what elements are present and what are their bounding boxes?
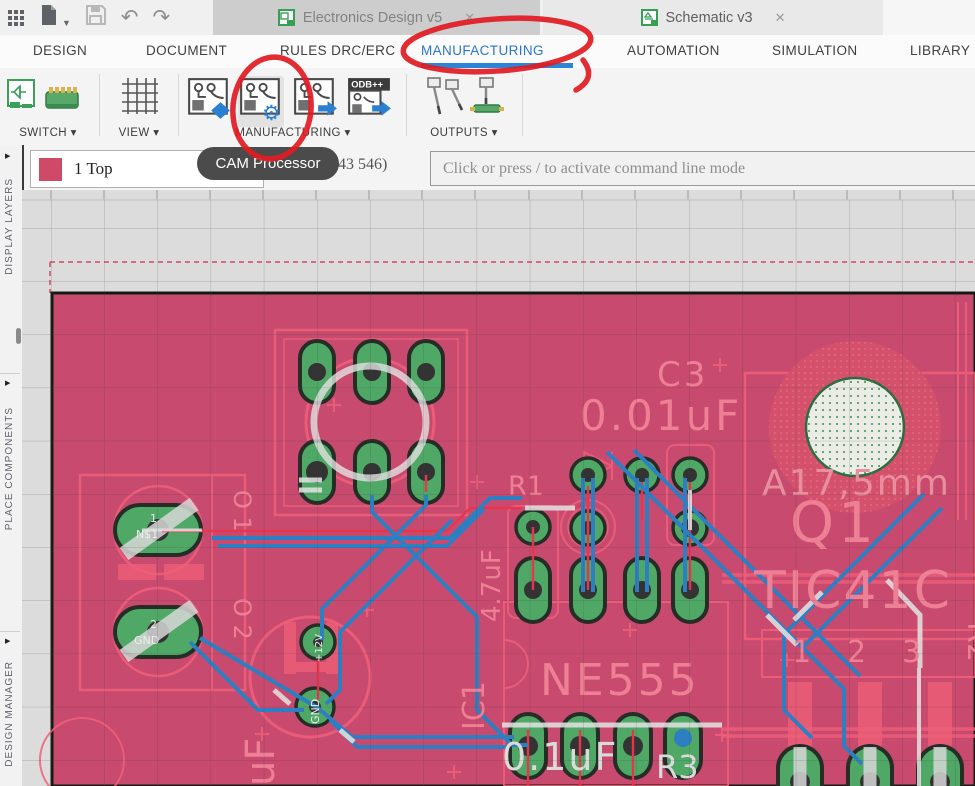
fusion-electronics-window: { "window": { "tabs": [ {"label": "Elect…	[0, 0, 975, 786]
file-icon	[38, 4, 60, 26]
switch-board-icon[interactable]	[42, 84, 82, 117]
menu-manufacturing[interactable]: MANUFACTURING	[421, 43, 544, 58]
flyout-arrow-icon: ▶	[5, 152, 10, 160]
quick-cam-icon[interactable]	[186, 76, 232, 127]
tabbar-filler	[883, 0, 975, 35]
chevron-down-icon: ▼	[62, 18, 71, 28]
save-button[interactable]	[85, 4, 107, 31]
menu-bar: DESIGN DOCUMENT RULES DRC/ERC MANUFACTUR…	[0, 35, 975, 69]
menu-library[interactable]: LIBRARY	[910, 43, 970, 58]
panel-label: DISPLAY LAYERS	[4, 178, 15, 275]
cam-processor-tooltip: CAM Processor	[197, 147, 339, 180]
sidebar-item-design-manager[interactable]: ▶ DESIGN MANAGER	[0, 635, 20, 785]
odb-export-icon[interactable]: ODB++	[346, 76, 392, 127]
menu-rules-drc-erc[interactable]: RULES DRC/ERC	[280, 43, 395, 58]
tab-electronics-design[interactable]: Electronics Design v5 ✕	[213, 0, 540, 35]
tab-schematic[interactable]: Schematic v3 ✕	[543, 0, 883, 35]
grid-overlay	[22, 200, 975, 786]
command-line-placeholder: Click or press / to activate command lin…	[443, 160, 745, 178]
probe-component-icon[interactable]	[468, 76, 508, 123]
menu-automation[interactable]: AUTOMATION	[627, 43, 720, 58]
pcb-document-icon	[278, 9, 295, 26]
close-tab-icon[interactable]: ✕	[464, 10, 475, 26]
cam-processor-icon[interactable]: ⚙	[238, 76, 284, 127]
layer-selector-value: 1 Top	[74, 159, 113, 179]
toolbar-separator	[178, 74, 179, 136]
pcb-canvas[interactable]: C3 0.01uF A17,5mm Q1 TIC41C 1 2 3 R1 4.7…	[22, 190, 975, 786]
gerber-export-icon[interactable]	[292, 76, 338, 127]
ribbon-toolbar: SWITCH ▾ VIEW ▾ ⚙	[0, 68, 975, 146]
command-line-input[interactable]: Click or press / to activate command lin…	[430, 151, 975, 186]
odb-badge-label: ODB++	[351, 79, 383, 90]
panel-label: PLACE COMPONENTS	[4, 407, 15, 530]
panel-separator	[0, 631, 20, 632]
title-bar: ▼ ↶ ↷ Electronics Design v5 ✕ Schematic …	[0, 0, 975, 35]
manufacturing-group-label[interactable]: MANUFACTURING ▾	[180, 125, 406, 139]
flyout-arrow-icon: ▶	[5, 637, 10, 645]
menu-design[interactable]: DESIGN	[33, 43, 87, 58]
switch-schematic-icon[interactable]	[6, 78, 38, 119]
panel-separator	[0, 373, 20, 374]
test-probes-icon[interactable]	[424, 76, 466, 123]
cursor-coordinates: 43 546)	[338, 156, 387, 174]
tab-label: Electronics Design v5	[303, 10, 442, 26]
toolbar-separator	[522, 74, 523, 136]
panel-label: DESIGN MANAGER	[4, 661, 15, 767]
editor-control-row: 1 Top 43 546) Click or press / to activa…	[22, 145, 975, 190]
tab-label: Schematic v3	[666, 10, 753, 26]
flyout-arrow-icon: ▶	[5, 379, 10, 387]
menu-document[interactable]: DOCUMENT	[146, 43, 227, 58]
close-tab-icon[interactable]: ✕	[775, 10, 786, 26]
save-icon	[85, 4, 107, 26]
scroll-handle[interactable]	[16, 328, 21, 344]
gear-icon: ⚙	[262, 102, 281, 122]
app-launcher-icon[interactable]	[8, 10, 24, 26]
undo-button[interactable]: ↶	[121, 0, 139, 35]
file-menu-button[interactable]: ▼	[38, 4, 71, 31]
view-group-label[interactable]: VIEW ▾	[100, 125, 178, 139]
schematic-document-icon	[641, 9, 658, 26]
redo-button[interactable]: ↷	[153, 0, 171, 35]
outputs-group-label[interactable]: OUTPUTS ▾	[408, 125, 520, 139]
menu-simulation[interactable]: SIMULATION	[772, 43, 858, 58]
layer-color-swatch	[39, 158, 62, 181]
switch-group-label[interactable]: SWITCH ▾	[0, 125, 96, 139]
toolbar-separator	[406, 74, 407, 136]
left-panel-rail: ▶ DISPLAY LAYERS ▶ PLACE COMPONENTS ▶ DE…	[0, 145, 24, 786]
view-grid-icon[interactable]	[120, 76, 160, 121]
sidebar-item-place-components[interactable]: ▶ PLACE COMPONENTS	[0, 377, 20, 627]
